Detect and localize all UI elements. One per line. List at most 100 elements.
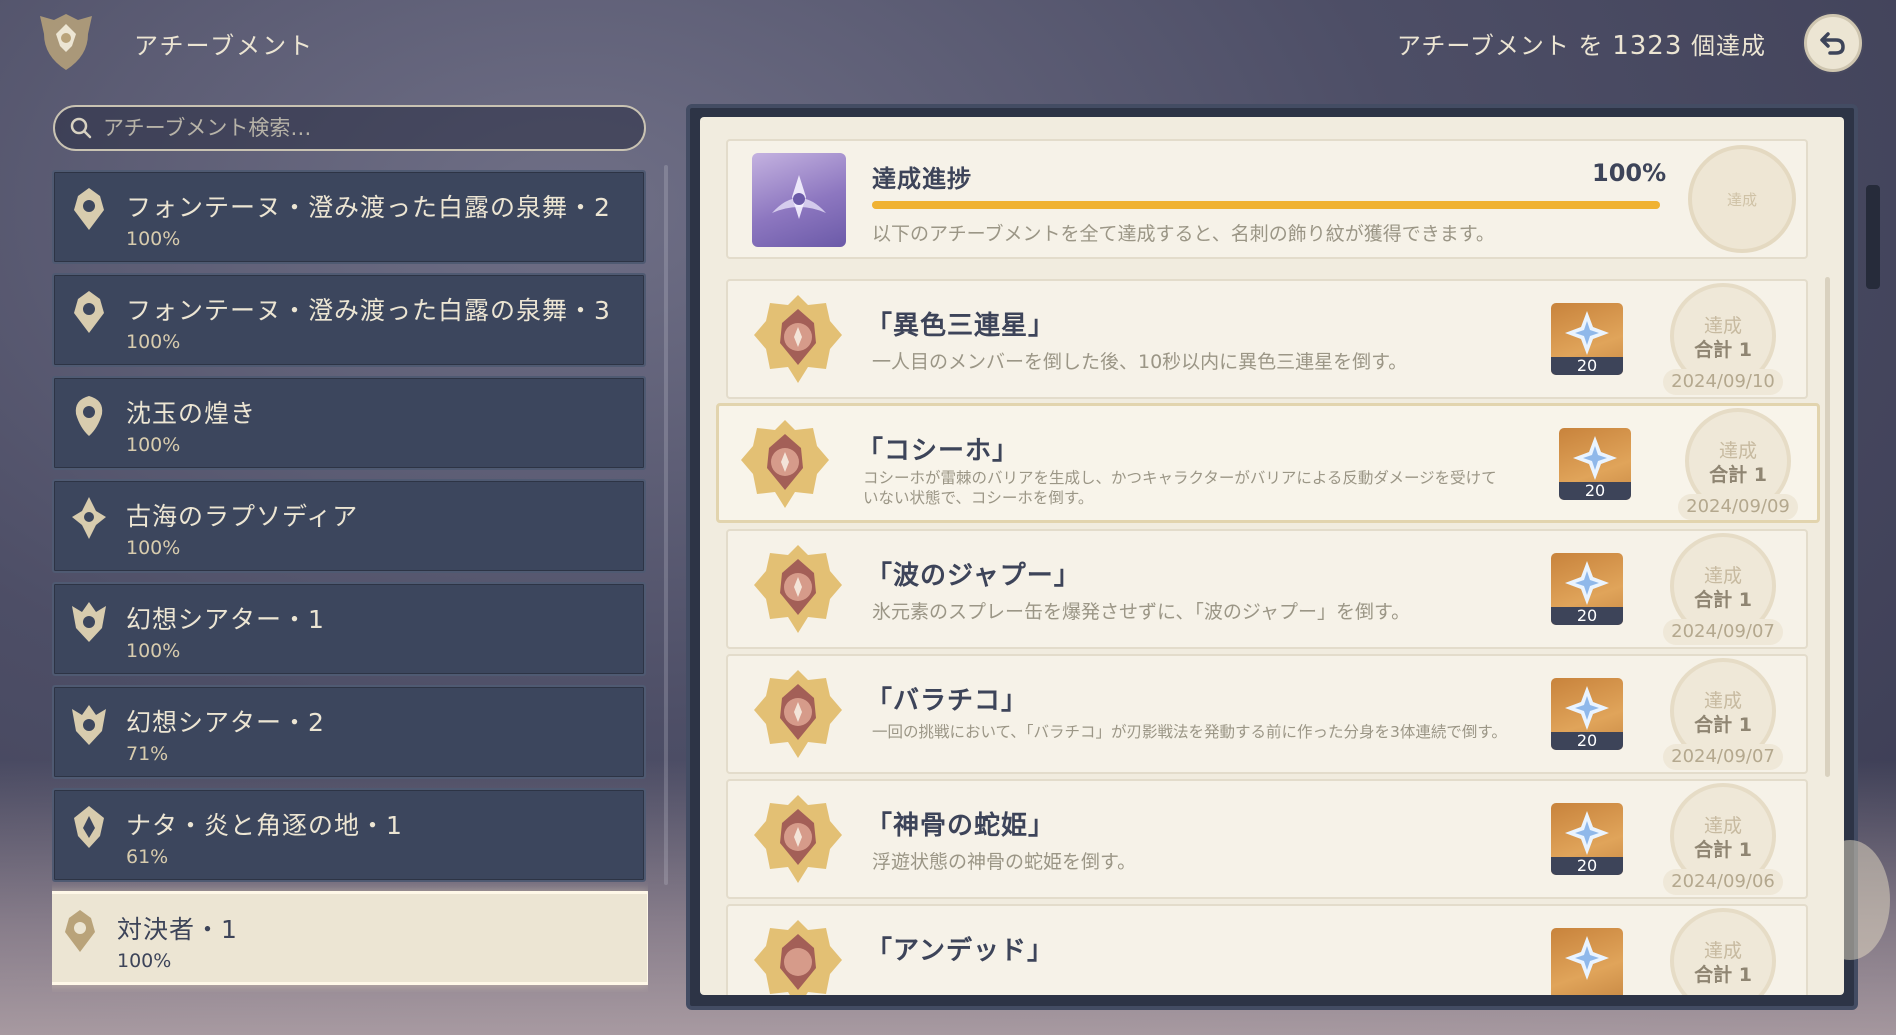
achievement-name: 「アンデッド」	[866, 936, 1054, 966]
achievement-medal-icon	[741, 420, 829, 508]
primogem-icon	[1565, 811, 1609, 855]
achievement-row-highlighted[interactable]: 「コシーホ」 コシーホが雷棘のバリアを生成し、かつキャラクターがバリアによる反動…	[716, 403, 1820, 523]
progress-card: 達成進捗 100% 以下のアチーブメントを全て達成すると、名刺の飾り紋が獲得でき…	[726, 139, 1808, 259]
category-item[interactable]: 古海のラプソディア 100%	[52, 479, 646, 573]
category-badge-icon	[72, 602, 106, 642]
achievement-name: 「波のジャプー」	[866, 561, 1081, 591]
category-scrollbar[interactable]	[664, 165, 668, 885]
completion-seal: 達成 合計 1	[1658, 908, 1788, 995]
category-name: フォンテーヌ・澄み渡った白露の泉舞・2	[126, 193, 611, 222]
category-percent: 71%	[126, 743, 169, 765]
category-badge-icon	[74, 291, 104, 333]
completion-seal-label: 達成	[1726, 190, 1757, 209]
progress-percent: 100%	[1592, 159, 1667, 187]
progress-bar	[872, 201, 1660, 209]
count-value: 1323	[1612, 31, 1683, 61]
achievement-description: 浮遊状態の神骨の蛇姫を倒す。	[872, 851, 1137, 873]
category-item[interactable]: 幻想シアター・1 100%	[52, 582, 646, 676]
achievement-name: 「バラチコ」	[866, 686, 1029, 716]
achievement-row[interactable]: 「波のジャプー」 氷元素のスプレー缶を爆発させずに、「波のジャプー」を倒す。 2…	[726, 529, 1808, 649]
category-name: ナタ・炎と角逐の地・1	[126, 811, 403, 840]
achievement-row[interactable]: 「神骨の蛇姫」 浮遊状態の神骨の蛇姫を倒す。 20 達成 合計 1 2024/0…	[726, 779, 1808, 899]
seal-status: 達成	[1703, 690, 1742, 712]
seal-date: 2024/09/09	[1678, 494, 1798, 520]
seal-total: 合計 1	[1694, 714, 1752, 736]
category-percent: 61%	[126, 846, 169, 868]
category-badge-icon	[74, 806, 104, 848]
category-percent: 100%	[126, 331, 181, 353]
reward-primogem[interactable]: 20	[1551, 303, 1623, 375]
achievement-row[interactable]: 「バラチコ」 一回の挑戦において、「バラチコ」が刃影戦法を発動する前に作った分身…	[726, 654, 1808, 774]
page-title: アチーブメント	[134, 32, 315, 60]
count-suffix: 個達成	[1691, 32, 1766, 60]
search-icon	[70, 117, 92, 139]
seal-date: 2024/09/10	[1663, 369, 1783, 395]
category-item[interactable]: フォンテーヌ・澄み渡った白露の泉舞・2 100%	[52, 170, 646, 264]
category-item[interactable]: ナタ・炎と角逐の地・1 61%	[52, 788, 646, 882]
reward-quantity: 20	[1551, 357, 1623, 375]
seal-status: 達成	[1703, 565, 1742, 587]
primogem-icon	[1565, 311, 1609, 355]
completion-seal: 達成 合計 1 2024/09/10	[1658, 283, 1788, 395]
achievement-row[interactable]: 「アンデッド」 達成 合計 1	[726, 904, 1808, 995]
description-line-1: コシーホが雷棘のバリアを生成し、かつキャラクターがバリアによる反動ダメージを受け…	[863, 469, 1497, 487]
count-prefix: アチーブメント を	[1396, 32, 1604, 60]
achievement-medal-icon	[754, 795, 842, 883]
category-name: 沈玉の煌き	[126, 399, 257, 428]
achievement-emblem-icon	[40, 14, 92, 70]
category-badge-icon	[65, 910, 95, 952]
achievement-medal-icon	[754, 545, 842, 633]
description-line-2: いない状態で、コシーホを倒す。	[863, 489, 1094, 507]
seal-total: 合計 1	[1694, 964, 1752, 986]
category-item[interactable]: フォンテーヌ・澄み渡った白露の泉舞・3 100%	[52, 273, 646, 367]
seal-status: 達成	[1703, 315, 1742, 337]
category-name: 幻想シアター・2	[126, 708, 325, 737]
achievement-name: 「神骨の蛇姫」	[866, 811, 1056, 841]
category-list: フォンテーヌ・澄み渡った白露の泉舞・2 100% フォンテーヌ・澄み渡った白露の…	[52, 170, 648, 992]
seal-total: 合計 1	[1709, 464, 1767, 486]
header: アチーブメント アチーブメント を 1323 個達成	[0, 0, 1896, 90]
search-input[interactable]	[103, 116, 603, 140]
reward-primogem[interactable]: 20	[1551, 803, 1623, 875]
reward-quantity: 20	[1551, 607, 1623, 625]
seal-total: 合計 1	[1694, 589, 1752, 611]
category-percent: 100%	[126, 640, 181, 662]
completion-seal: 達成 合計 1 2024/09/09	[1673, 408, 1803, 520]
category-item[interactable]: 幻想シアター・2 71%	[52, 685, 646, 779]
search-bar[interactable]	[53, 105, 646, 151]
category-badge-icon	[72, 705, 106, 745]
category-name: 古海のラプソディア	[126, 502, 359, 531]
achievement-row[interactable]: 「異色三連星」 一人目のメンバーを倒した後、10秒以内に異色三連星を倒す。 20…	[726, 279, 1808, 399]
completion-seal: 達成	[1688, 145, 1796, 253]
panel-scrollbar[interactable]	[1825, 277, 1830, 777]
seal-total: 合計 1	[1694, 839, 1752, 861]
achievement-medal-icon	[754, 920, 842, 995]
achievement-medal-icon	[754, 295, 842, 383]
achievement-count: アチーブメント を 1323 個達成	[1397, 26, 1766, 61]
category-item[interactable]: 沈玉の煌き 100%	[52, 376, 646, 470]
achievement-name: 「異色三連星」	[866, 311, 1056, 341]
category-item-selected[interactable]: 対決者・1 100%	[52, 891, 648, 985]
category-percent: 100%	[126, 434, 181, 456]
seal-date: 2024/09/06	[1663, 869, 1783, 895]
reward-primogem[interactable]: 20	[1551, 678, 1623, 750]
back-button[interactable]	[1804, 14, 1862, 72]
reward-quantity: 20	[1551, 857, 1623, 875]
category-percent: 100%	[126, 537, 181, 559]
achievement-medal-icon	[754, 670, 842, 758]
achievement-name: 「コシーホ」	[857, 436, 1020, 466]
reward-primogem[interactable]	[1551, 928, 1623, 995]
achievement-description: コシーホが雷棘のバリアを生成し、かつキャラクターがバリアによる反動ダメージを受け…	[863, 468, 1497, 508]
reward-primogem[interactable]: 20	[1559, 428, 1631, 500]
progress-title: 達成進捗	[872, 165, 972, 193]
reward-primogem[interactable]: 20	[1551, 553, 1623, 625]
primogem-icon	[1565, 561, 1609, 605]
achievement-description: 一人目のメンバーを倒した後、10秒以内に異色三連星を倒す。	[872, 351, 1408, 373]
category-badge-icon	[74, 188, 104, 230]
category-percent: 100%	[117, 950, 172, 972]
achievement-panel: 達成進捗 100% 以下のアチーブメントを全て達成すると、名刺の飾り紋が獲得でき…	[700, 117, 1844, 995]
category-percent: 100%	[126, 228, 181, 250]
completion-seal: 達成 合計 1 2024/09/07	[1658, 658, 1788, 770]
primogem-icon	[1565, 936, 1609, 980]
category-badge-icon	[72, 497, 106, 539]
